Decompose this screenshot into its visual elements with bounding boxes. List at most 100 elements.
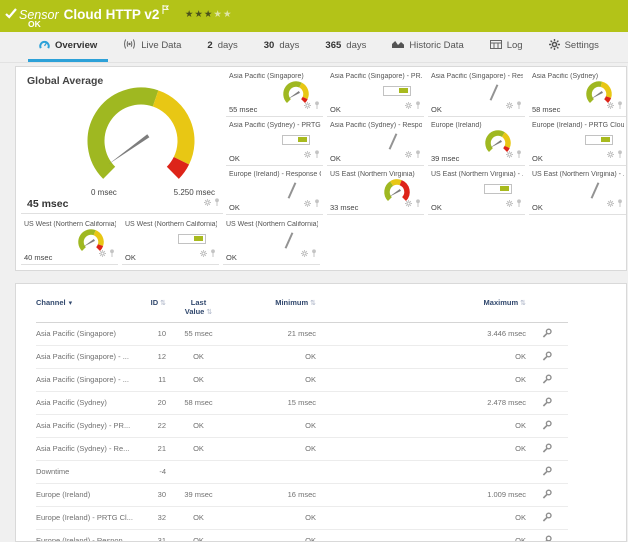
channel-tile[interactable]: US East (Northern Virginia) - ...OK: [529, 169, 626, 215]
tile-title: Europe (Ireland) - PRTG Cloud...: [532, 122, 624, 129]
pin-icon[interactable]: [210, 244, 216, 262]
channel-tile[interactable]: Europe (Ireland) - PRTG Cloud... OK: [529, 120, 626, 166]
edit-channel-button[interactable]: [526, 506, 568, 529]
tab-settings[interactable]: Settings: [538, 32, 610, 62]
channel-tile[interactable]: Asia Pacific (Sydney)58 msec: [529, 71, 626, 117]
edit-channel-button[interactable]: [526, 368, 568, 391]
pin-icon[interactable]: [415, 96, 421, 114]
gauge-scale-min: 0 msec: [91, 188, 117, 197]
global-average-tile[interactable]: Global Average 0 msec 5.250 msec 45 msec: [21, 71, 223, 214]
gear-icon[interactable]: [304, 194, 311, 212]
gear-icon[interactable]: [607, 96, 614, 114]
column-header-last-value[interactable]: LastValue⇅: [166, 296, 231, 322]
channel-tile[interactable]: US West (Northern California)...OK: [223, 219, 320, 265]
tab-365-days[interactable]: 365days: [314, 32, 377, 62]
channel-tile[interactable]: Europe (Ireland) - Response C...OK: [226, 169, 323, 215]
edit-channel-button[interactable]: [526, 391, 568, 414]
last-cell: 55 msec: [166, 322, 231, 345]
pin-icon[interactable]: [314, 194, 320, 212]
pin-icon[interactable]: [617, 194, 623, 212]
edit-channel-button[interactable]: [526, 437, 568, 460]
pin-icon[interactable]: [415, 145, 421, 163]
gear-icon[interactable]: [607, 145, 614, 163]
channel-tile[interactable]: Asia Pacific (Sydney) - Respo...OK: [327, 120, 424, 166]
channel-cell: Asia Pacific (Singapore) - ...: [36, 368, 136, 391]
pin-icon[interactable]: [314, 145, 320, 163]
channel-tile[interactable]: Asia Pacific (Singapore)55 msec: [226, 71, 323, 117]
edit-channel-icon[interactable]: [542, 331, 552, 340]
pin-icon[interactable]: [617, 145, 623, 163]
edit-channel-icon[interactable]: [542, 538, 552, 542]
table-row: Asia Pacific (Sydney) - PR...22OKOKOK: [36, 414, 568, 437]
pin-icon[interactable]: [214, 193, 220, 211]
gear-icon[interactable]: [301, 244, 308, 262]
edit-channel-icon[interactable]: [542, 515, 552, 524]
id-cell: 22: [136, 414, 166, 437]
gear-icon[interactable]: [99, 244, 106, 262]
max-cell: OK: [316, 529, 526, 542]
gear-icon[interactable]: [200, 244, 207, 262]
tile-actions: [200, 244, 216, 262]
pin-icon[interactable]: [109, 244, 115, 262]
gear-icon[interactable]: [405, 145, 412, 163]
gear-icon[interactable]: [506, 145, 513, 163]
tab-overview[interactable]: Overview: [28, 32, 108, 62]
pin-icon[interactable]: [516, 145, 522, 163]
column-header-channel[interactable]: Channel▾: [36, 296, 136, 322]
edit-channel-icon[interactable]: [542, 446, 552, 455]
channel-bar-indicator: [585, 135, 613, 145]
channel-tile[interactable]: US East (Northern Virginia) - ...OK: [428, 169, 525, 215]
tab-30-days[interactable]: 30days: [253, 32, 311, 62]
column-header-minimum[interactable]: Minimum⇅: [231, 296, 316, 322]
channel-tile[interactable]: Asia Pacific (Singapore) - PR...OK: [327, 71, 424, 117]
gear-icon[interactable]: [607, 194, 614, 212]
edit-channel-icon[interactable]: [542, 423, 552, 432]
edit-channel-button[interactable]: [526, 414, 568, 437]
channel-tile[interactable]: Europe (Ireland)39 msec: [428, 120, 525, 166]
priority-stars[interactable]: ★★★★★: [185, 9, 233, 20]
channel-tile[interactable]: US West (Northern California)...OK: [122, 219, 219, 265]
edit-channel-icon[interactable]: [542, 400, 552, 409]
edit-channel-icon[interactable]: [542, 492, 552, 501]
id-cell: 10: [136, 322, 166, 345]
id-cell: 30: [136, 483, 166, 506]
pin-icon[interactable]: [516, 194, 522, 212]
tab-live-data[interactable]: Live Data: [112, 32, 192, 62]
flag-icon[interactable]: [162, 3, 169, 17]
pin-icon[interactable]: [415, 194, 421, 212]
tab-historic-data[interactable]: Historic Data: [381, 32, 474, 62]
edit-channel-icon[interactable]: [542, 469, 552, 478]
edit-channel-button[interactable]: [526, 345, 568, 368]
tab-log[interactable]: Log: [479, 32, 534, 62]
edit-channel-icon[interactable]: [542, 377, 552, 386]
tile-value: OK: [532, 154, 543, 163]
pin-icon[interactable]: [617, 96, 623, 114]
pin-icon[interactable]: [516, 96, 522, 114]
gear-icon[interactable]: [506, 194, 513, 212]
gear-icon[interactable]: [405, 96, 412, 114]
max-cell: OK: [316, 345, 526, 368]
pin-icon[interactable]: [314, 96, 320, 114]
channel-tile[interactable]: Asia Pacific (Sydney) - PRTG ...OK: [226, 120, 323, 166]
edit-channel-icon[interactable]: [542, 354, 552, 363]
edit-channel-button[interactable]: [526, 322, 568, 345]
column-header-id[interactable]: ID⇅: [136, 296, 166, 322]
pin-icon[interactable]: [311, 244, 317, 262]
gear-icon[interactable]: [204, 193, 211, 211]
channel-tile[interactable]: US West (Northern California)40 msec: [21, 219, 118, 265]
gear-icon[interactable]: [506, 96, 513, 114]
column-header-maximum[interactable]: Maximum⇅: [316, 296, 526, 322]
sensor-status-bar: SensorCloud HTTP v2 ★★★★★ OK: [0, 0, 628, 32]
channel-tile[interactable]: Asia Pacific (Singapore) - Res...OK: [428, 71, 525, 117]
tile-value: OK: [431, 105, 442, 114]
edit-channel-button[interactable]: [526, 529, 568, 542]
edit-channel-button[interactable]: [526, 460, 568, 483]
tab-2-days[interactable]: 2days: [196, 32, 248, 62]
channel-tile[interactable]: US East (Northern Virginia)33 msec: [327, 169, 424, 215]
max-cell: 2.478 msec: [316, 391, 526, 414]
gear-icon[interactable]: [304, 96, 311, 114]
gear-icon[interactable]: [304, 145, 311, 163]
gear-icon[interactable]: [405, 194, 412, 212]
edit-channel-button[interactable]: [526, 483, 568, 506]
channel-cell: Asia Pacific (Singapore) - ...: [36, 345, 136, 368]
